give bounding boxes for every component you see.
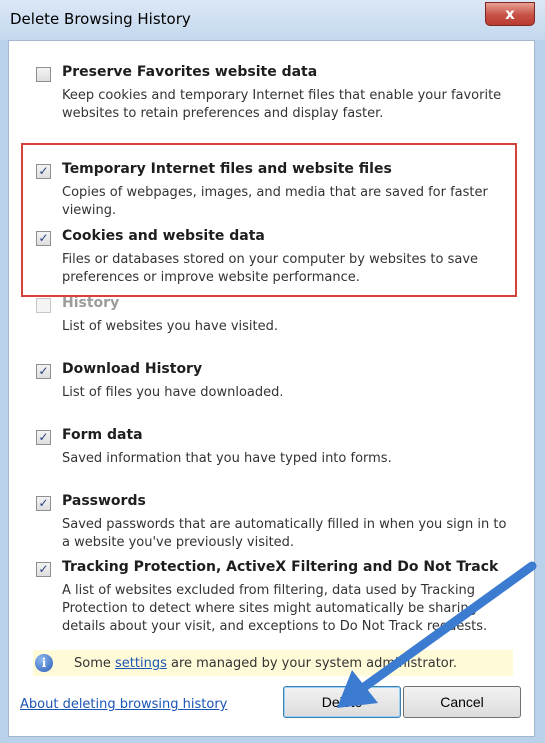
dialog-window: Delete Browsing History x Preserve Favor… — [0, 0, 545, 743]
option-label: Preserve Favorites website data — [62, 64, 318, 80]
option-label: Passwords — [62, 493, 146, 509]
title-bar[interactable]: Delete Browsing History x — [0, 0, 545, 40]
info-text-before: Some — [74, 656, 115, 671]
delete-button[interactable]: Delete — [283, 686, 401, 718]
option-label: History — [62, 295, 120, 311]
option-label: Download History — [62, 361, 203, 377]
checkbox-preserve-favorites[interactable] — [36, 67, 51, 82]
checkbox-history — [36, 298, 51, 313]
checkbox-download-history[interactable]: ✓ — [36, 364, 51, 379]
checkbox-form-data[interactable]: ✓ — [36, 430, 51, 445]
checkbox-passwords[interactable]: ✓ — [36, 496, 51, 511]
option-description: Keep cookies and temporary Internet file… — [62, 88, 502, 121]
close-button[interactable]: x — [485, 2, 535, 26]
option-description: A list of websites excluded from filteri… — [62, 583, 488, 634]
dialog-title: Delete Browsing History — [10, 10, 191, 28]
highlight-box — [21, 143, 517, 297]
checkbox-tracking-protection[interactable]: ✓ — [36, 562, 51, 577]
option-description: List of websites you have visited. — [62, 319, 279, 334]
about-deleting-history-link[interactable]: About deleting browsing history — [20, 697, 227, 712]
option-label: Form data — [62, 427, 143, 443]
option-description: Saved passwords that are automatically f… — [62, 517, 507, 550]
settings-link[interactable]: settings — [115, 656, 167, 671]
cancel-button[interactable]: Cancel — [403, 686, 521, 718]
info-icon: i — [35, 654, 53, 672]
option-description: Saved information that you have typed in… — [62, 451, 392, 466]
info-text: Some settings are managed by your system… — [74, 656, 457, 671]
option-description: List of files you have downloaded. — [62, 385, 284, 400]
option-label: Tracking Protection, ActiveX Filtering a… — [62, 559, 499, 575]
info-text-after: are managed by your system administrator… — [166, 656, 458, 671]
